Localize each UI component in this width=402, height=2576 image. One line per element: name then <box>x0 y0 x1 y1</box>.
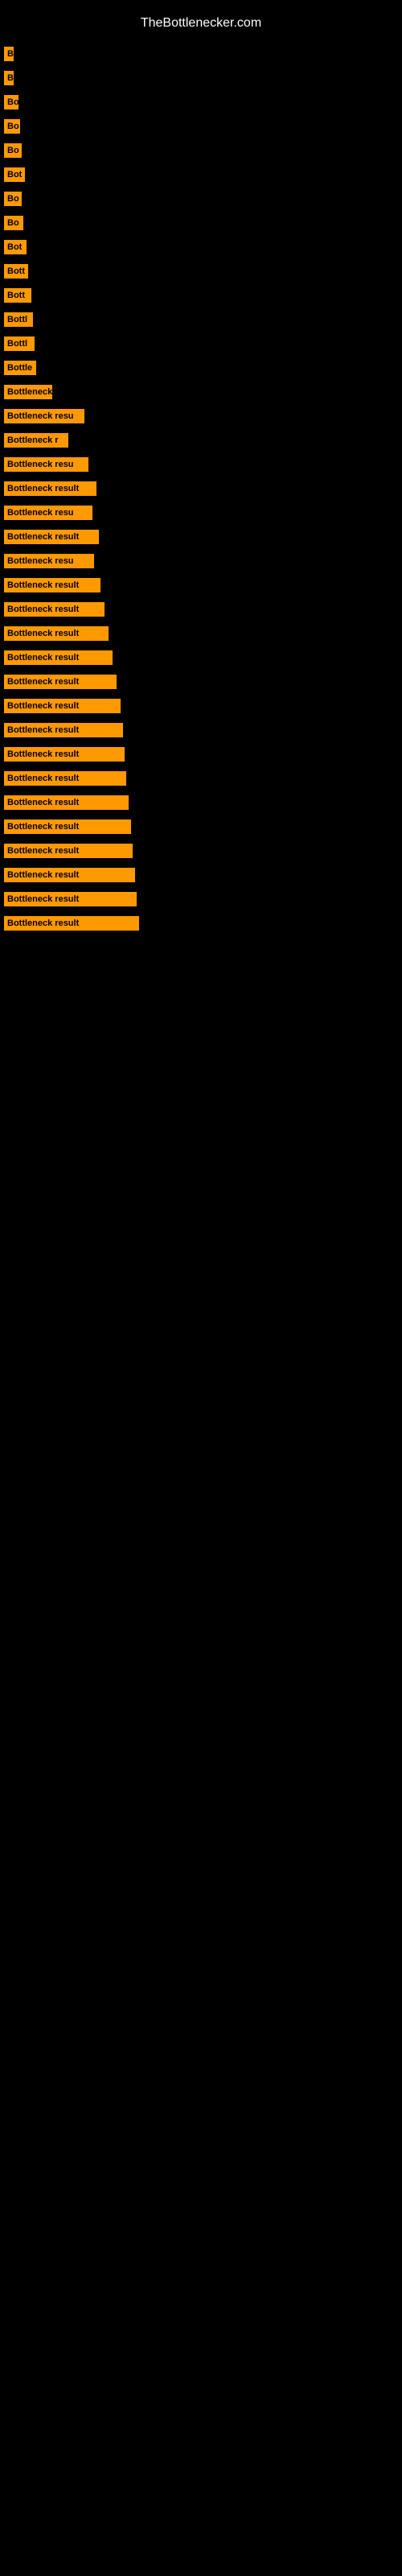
bar-row: Bottleneck resu <box>0 506 402 520</box>
bar-label: Bo <box>4 119 20 134</box>
bar-label: Bottl <box>4 312 33 327</box>
bar-label: Bottleneck result <box>4 868 135 882</box>
bar-row: Bo <box>0 119 402 134</box>
bar-row: Bottleneck resu <box>0 457 402 472</box>
bar-row: Bottleneck result <box>0 844 402 858</box>
bar-label: Bottleneck result <box>4 916 139 931</box>
bar-label: Bottleneck result <box>4 771 126 786</box>
bar-row: Bottleneck result <box>0 892 402 906</box>
bar-row: B <box>0 47 402 61</box>
bar-row: Bottleneck result <box>0 771 402 786</box>
bar-label: Bottleneck result <box>4 530 99 544</box>
bar-label: B <box>4 71 14 85</box>
bar-row: Bottl <box>0 312 402 327</box>
bar-row: Bottleneck r <box>0 433 402 448</box>
bar-label: Bott <box>4 264 28 279</box>
bar-row: Bo <box>0 192 402 206</box>
bar-row: Bottleneck result <box>0 795 402 810</box>
bar-label: Bottleneck result <box>4 578 100 592</box>
bar-row: Bo <box>0 143 402 158</box>
bar-label: Bott <box>4 288 31 303</box>
bar-row: Bottleneck result <box>0 916 402 931</box>
bar-label: Bottleneck <box>4 385 52 399</box>
bar-row: Bottleneck result <box>0 626 402 641</box>
bar-label: Bottleneck result <box>4 602 105 617</box>
bar-label: Bottleneck resu <box>4 409 84 423</box>
site-title: TheBottlenecker.com <box>0 8 402 47</box>
bar-row: Bottleneck result <box>0 723 402 737</box>
bar-label: Bottleneck result <box>4 819 131 834</box>
bar-row: Bottleneck result <box>0 675 402 689</box>
bar-row: Bott <box>0 288 402 303</box>
bar-label: Bot <box>4 240 27 254</box>
bar-row: Bo <box>0 216 402 230</box>
bar-row: Bottle <box>0 361 402 375</box>
bar-row: Bott <box>0 264 402 279</box>
bar-row: Bottleneck result <box>0 819 402 834</box>
bar-label: Bottleneck resu <box>4 554 94 568</box>
bar-row: Bot <box>0 240 402 254</box>
bar-row: Bottleneck result <box>0 481 402 496</box>
bar-row: Bottleneck result <box>0 747 402 762</box>
bar-row: Bottleneck result <box>0 699 402 713</box>
bar-label: Bottleneck r <box>4 433 68 448</box>
bar-row: Bottleneck resu <box>0 409 402 423</box>
bar-row: Bottleneck resu <box>0 554 402 568</box>
bar-row: Bottleneck <box>0 385 402 399</box>
bar-label: Bottleneck result <box>4 844 133 858</box>
main-container: TheBottlenecker.com BB Bo Bo Bo Bot Bo Bo Bot Bo… <box>0 0 402 948</box>
bar-label: Bo <box>4 216 23 230</box>
bar-row: Bottleneck result <box>0 868 402 882</box>
bar-label: B <box>4 47 14 61</box>
bar-label: Bottleneck result <box>4 650 113 665</box>
bar-label: Bottleneck result <box>4 723 123 737</box>
bar-row: Bo <box>0 95 402 109</box>
bar-row: Bottleneck result <box>0 602 402 617</box>
bar-label: Bottleneck result <box>4 892 137 906</box>
bar-label: Bottl <box>4 336 35 351</box>
bar-row: Bottleneck result <box>0 578 402 592</box>
bar-row: Bottl <box>0 336 402 351</box>
bar-row: Bottleneck result <box>0 650 402 665</box>
bar-label: Bottleneck result <box>4 481 96 496</box>
bar-label: Bottleneck resu <box>4 506 92 520</box>
bar-label: Bottleneck resu <box>4 457 88 472</box>
bar-label: Bottleneck result <box>4 626 109 641</box>
bar-row: Bottleneck result <box>0 530 402 544</box>
bar-label: Bottleneck result <box>4 747 125 762</box>
bar-label: Bot <box>4 167 25 182</box>
bar-row: Bot <box>0 167 402 182</box>
bar-label: Bottleneck result <box>4 699 121 713</box>
bars-wrapper: BB Bo Bo Bo Bot Bo Bo Bot Bott Bott Bottl Bottl Bott… <box>0 47 402 931</box>
bar-label: Bottleneck result <box>4 795 129 810</box>
bar-label: Bottle <box>4 361 36 375</box>
bar-label: Bottleneck result <box>4 675 117 689</box>
bar-row: B <box>0 71 402 85</box>
bar-label: Bo <box>4 143 22 158</box>
bar-label: Bo <box>4 95 18 109</box>
bar-label: Bo <box>4 192 22 206</box>
